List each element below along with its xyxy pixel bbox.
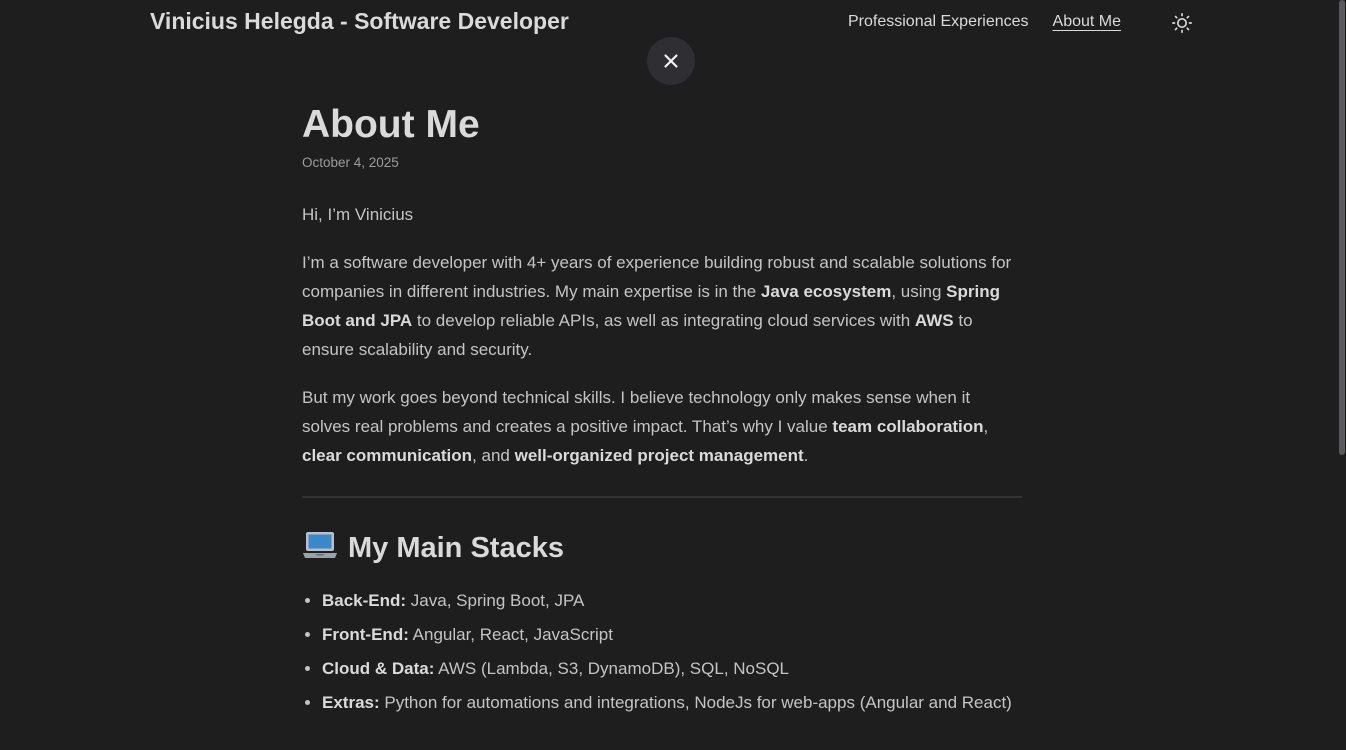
stack-value: AWS (Lambda, S3, DynamoDB), SQL, NoSQL [434, 659, 790, 678]
scrollbar-thumb[interactable] [1339, 0, 1345, 455]
stacks-heading-text: My Main Stacks [348, 532, 564, 564]
stack-label: Cloud & Data: [322, 659, 435, 678]
bold-aws: AWS [914, 311, 954, 330]
stacks-heading: My Main Stacks [302, 528, 1022, 568]
intro-paragraph: Hi, I’m Vinicius [302, 205, 414, 224]
stack-label: Extras: [322, 693, 380, 712]
bold-clear-communication: clear communication [302, 446, 473, 465]
page-title: About Me [302, 103, 480, 146]
stack-label: Front-End: [322, 625, 409, 644]
laptop-icon [303, 532, 337, 558]
site-title-link[interactable]: Vinicius Helegda - Software Developer [150, 8, 569, 35]
stacks-list: Back-End: Java, Spring Boot, JPA Front-E… [302, 586, 1022, 717]
list-item: Extras: Python for automations and integ… [322, 688, 1022, 717]
values-paragraph: But my work goes beyond technical skills… [302, 383, 1022, 470]
list-item: Back-End: Java, Spring Boot, JPA [322, 586, 1022, 615]
stack-value: Angular, React, JavaScript [408, 625, 613, 644]
theme-toggle-button[interactable] [1170, 11, 1194, 35]
text-segment: , using [891, 282, 947, 301]
stack-label: Back-End: [322, 591, 407, 610]
main-nav: Professional Experiences About Me [848, 13, 1121, 31]
text-segment: to develop reliable APIs, as well as int… [412, 311, 915, 330]
text-segment: . [803, 446, 809, 465]
nav-item-about-me[interactable]: About Me [1053, 13, 1121, 31]
bold-java-ecosystem: Java ecosystem [760, 282, 892, 301]
nav-item-professional-experiences[interactable]: Professional Experiences [848, 13, 1029, 31]
close-button[interactable] [647, 37, 695, 85]
post-content: Hi, I’m Vinicius I’m a software develope… [302, 200, 1022, 717]
divider [302, 496, 1022, 498]
close-icon [664, 54, 678, 68]
scrollbar[interactable] [1338, 0, 1346, 750]
text-segment: , and [472, 446, 515, 465]
bold-project-management: well-organized project management [514, 446, 804, 465]
post-date: October 4, 2025 [302, 155, 399, 170]
bold-team-collaboration: team collaboration [832, 417, 984, 436]
text-segment: , [983, 417, 989, 436]
experience-paragraph: I’m a software developer with 4+ years o… [302, 248, 1022, 364]
sun-icon [1172, 13, 1192, 33]
post-article: About Me October 4, 2025 Hi, I’m Viniciu… [302, 96, 1022, 722]
stack-value: Java, Spring Boot, JPA [406, 591, 585, 610]
list-item: Front-End: Angular, React, JavaScript [322, 620, 1022, 649]
list-item: Cloud & Data: AWS (Lambda, S3, DynamoDB)… [322, 654, 1022, 683]
stack-value: Python for automations and integrations,… [379, 693, 1012, 712]
